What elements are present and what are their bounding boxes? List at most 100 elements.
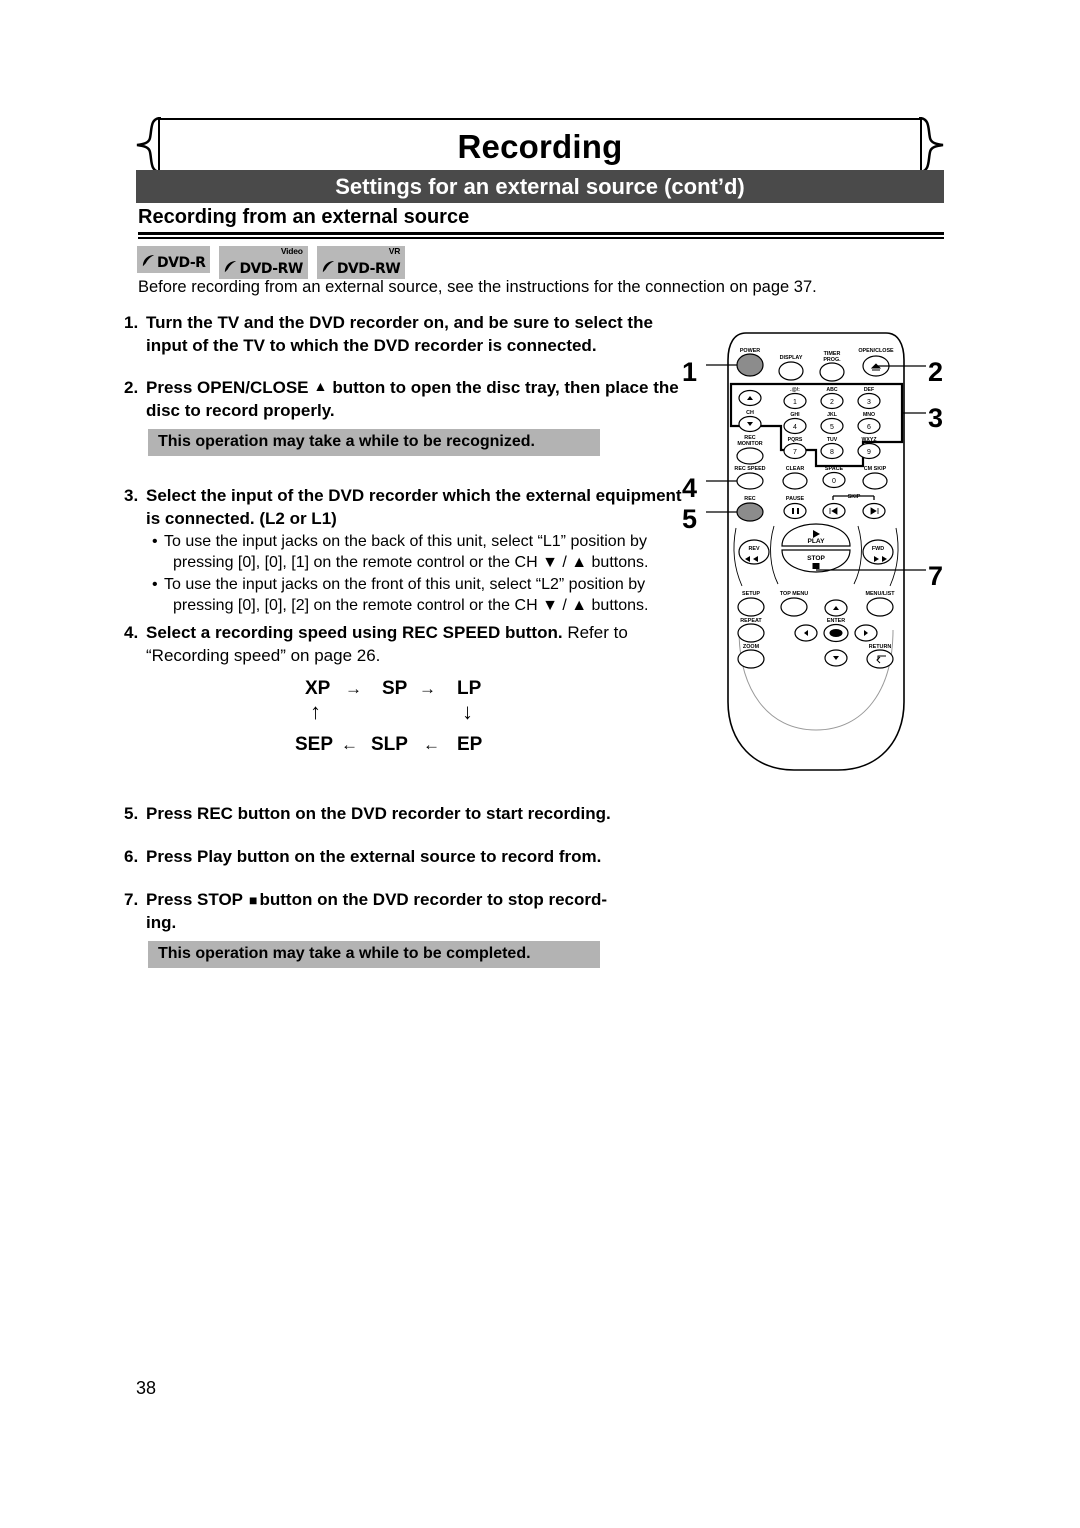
- svg-text:CLEAR: CLEAR: [786, 466, 805, 472]
- svg-text:PQRS: PQRS: [788, 437, 803, 443]
- svg-text:1: 1: [793, 399, 797, 406]
- svg-text:PROG.: PROG.: [823, 357, 841, 363]
- svg-text:JKL: JKL: [827, 412, 838, 418]
- step-7-text-a: Press STOP: [146, 890, 244, 909]
- svg-text:3: 3: [867, 399, 871, 406]
- badge-superscript: VR: [388, 246, 401, 256]
- subheading: Recording from an external source: [138, 206, 470, 228]
- bullet-l2: To use the input jacks on the front of t…: [150, 574, 695, 616]
- eject-icon: ▲: [313, 378, 328, 394]
- step-1-text: Turn the TV and the DVD recorder on, and…: [146, 313, 653, 355]
- svg-text:DEF: DEF: [864, 387, 874, 393]
- svg-text:PAUSE: PAUSE: [786, 496, 805, 502]
- note-completed: This operation may take a while to be co…: [148, 941, 600, 968]
- step-5-text: Press REC button on the DVD recorder to …: [146, 804, 611, 823]
- step-7-text-c: ing.: [146, 912, 177, 932]
- svg-text:MONITOR: MONITOR: [737, 441, 762, 447]
- svg-text:2: 2: [830, 399, 834, 406]
- svg-text:9: 9: [867, 449, 871, 456]
- svg-text:FWD: FWD: [872, 546, 884, 552]
- manual-page: Recording Settings for an external sourc…: [0, 0, 1080, 1528]
- callout-5: 5: [682, 504, 698, 534]
- remote-control-svg: .bdy{fill:#fff;stroke:#000;stroke-width:…: [706, 332, 926, 771]
- svg-text:MNO: MNO: [863, 412, 875, 418]
- svg-text:REC SPEED: REC SPEED: [734, 466, 765, 472]
- speed-lp: LP: [457, 678, 482, 699]
- svg-text:TUV: TUV: [827, 437, 838, 443]
- svg-text:.@/:: .@/:: [790, 387, 800, 393]
- svg-text:POWER: POWER: [740, 348, 760, 354]
- step-2-number: 2.: [124, 378, 139, 397]
- section-banner: Settings for an external source (cont’d): [136, 170, 944, 203]
- svg-text:ABC: ABC: [826, 387, 837, 393]
- svg-text:7: 7: [793, 449, 797, 456]
- step-2-text: Press OPEN/CLOSE ▲ button to open the disc…: [146, 377, 684, 422]
- callout-2: 2: [928, 357, 944, 387]
- badge-dvd-rw-vr: VR DVD-RW: [316, 246, 406, 279]
- step-3-text: Select the input of the DVD recorder whi…: [146, 486, 682, 528]
- note-recognized: This operation may take a while to be re…: [148, 429, 600, 456]
- svg-text:ZOOM: ZOOM: [743, 644, 760, 650]
- arrow-slp-to-sep: ←: [341, 735, 358, 754]
- badge-dvd-r: DVD-R: [137, 246, 211, 273]
- page-title-banner: Recording: [136, 117, 944, 174]
- step-7-text-b: button on the DVD recorder to stop recor…: [259, 890, 608, 909]
- speed-slp: SLP: [371, 734, 408, 755]
- svg-text:WXYZ: WXYZ: [862, 437, 878, 443]
- svg-text:REC: REC: [744, 496, 755, 502]
- step-4-number: 4.: [124, 623, 139, 642]
- step-3-bullets: To use the input jacks on the back of th…: [150, 531, 695, 617]
- svg-text:PLAY: PLAY: [808, 538, 826, 545]
- step-4: 4. Select a recording speed using REC SP…: [124, 622, 679, 667]
- speed-ep: EP: [457, 734, 483, 755]
- step-1-number: 1.: [124, 313, 139, 332]
- arrow-xp-to-sp: →: [345, 679, 362, 698]
- stop-square-icon: ■: [249, 892, 258, 908]
- step-1: 1. Turn the TV and the DVD recorder on, …: [124, 312, 684, 357]
- disc-glyph-icon: [225, 260, 237, 273]
- title-box: Recording: [158, 118, 922, 172]
- disc-glyph-icon: [142, 254, 155, 267]
- svg-text:CH: CH: [746, 410, 754, 416]
- page-title: Recording: [457, 128, 623, 165]
- bullet-l1-line1: To use the input jacks on the back of th…: [164, 533, 647, 550]
- callout-1: 1: [682, 357, 698, 387]
- step-3: 3. Select the input of the DVD recorder …: [124, 485, 684, 530]
- page-number: 38: [136, 1378, 157, 1398]
- svg-text:RETURN: RETURN: [869, 644, 892, 650]
- remote-control-diagram: .bdy{fill:#fff;stroke:#000;stroke-width:…: [682, 330, 943, 780]
- svg-text:MENU/LIST: MENU/LIST: [865, 591, 895, 597]
- svg-text:TOP MENU: TOP MENU: [780, 591, 808, 597]
- callout-7: 7: [928, 561, 944, 591]
- step-6: 6. Press Play button on the external sou…: [124, 846, 684, 869]
- svg-text:DISPLAY: DISPLAY: [780, 355, 803, 361]
- divider-thin: [138, 237, 944, 239]
- svg-text:STOP: STOP: [807, 555, 825, 562]
- arrow-ep-to-slp: ←: [423, 735, 440, 754]
- bullet-l1: To use the input jacks on the back of th…: [150, 531, 695, 573]
- callout-4: 4: [682, 473, 698, 503]
- callout-3: 3: [928, 403, 944, 433]
- arrow-lp-to-ep: ↓: [462, 699, 473, 724]
- arrow-sp-to-lp: →: [419, 679, 436, 698]
- svg-text:6: 6: [867, 424, 871, 431]
- bullet-l2-line1: To use the input jacks on the front of t…: [164, 576, 646, 593]
- svg-text:0: 0: [832, 478, 836, 485]
- svg-text:SKIP: SKIP: [848, 494, 861, 500]
- badge-superscript: Video: [280, 246, 303, 256]
- badge-label: DVD-RW: [336, 261, 401, 277]
- svg-text:4: 4: [793, 424, 797, 431]
- step-6-text: Press Play button on the external source…: [146, 847, 602, 866]
- arrow-sep-to-xp: ↑: [310, 699, 321, 724]
- intro-text: Before recording from an external source…: [138, 278, 817, 296]
- badge-label: DVD-RW: [239, 261, 303, 277]
- badge-label: DVD-R: [157, 255, 206, 271]
- step-6-number: 6.: [124, 847, 139, 866]
- step-4-bold: Select a recording speed using REC SPEED…: [146, 623, 563, 642]
- step-5-number: 5.: [124, 804, 139, 823]
- step-3-number: 3.: [124, 486, 139, 505]
- svg-text:OPEN/CLOSE: OPEN/CLOSE: [858, 348, 894, 354]
- step-5: 5. Press REC button on the DVD recorder …: [124, 803, 684, 826]
- disc-glyph-icon: [322, 260, 334, 273]
- badge-dvd-rw-video: Video DVD-RW: [219, 246, 308, 279]
